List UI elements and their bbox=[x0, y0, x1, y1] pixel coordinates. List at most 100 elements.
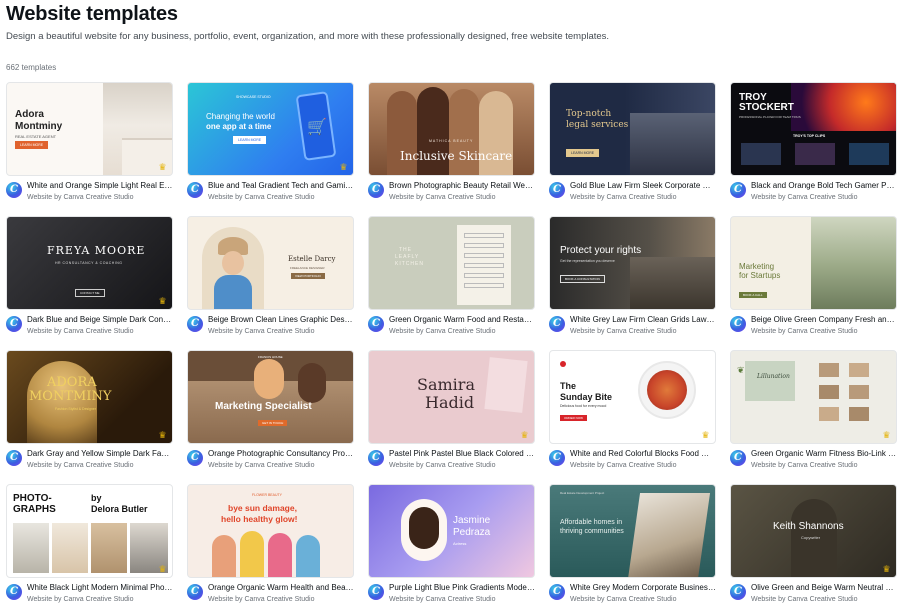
portrait-photo bbox=[409, 507, 439, 549]
template-title[interactable]: Beige Olive Green Company Fresh and Mode… bbox=[751, 315, 897, 325]
canva-creator-avatar-icon: C bbox=[730, 450, 746, 466]
template-card[interactable]: Keith Shannons Copywriter ♛ C Olive Gree… bbox=[730, 484, 897, 610]
template-title[interactable]: Green Organic Warm Food and Restaurant W… bbox=[389, 315, 535, 325]
template-thumbnail[interactable]: Protect your rights Get the representati… bbox=[549, 216, 716, 310]
template-title[interactable]: Black and Orange Bold Tech Gamer Portfol… bbox=[751, 181, 897, 191]
template-card[interactable]: FRANCIS HOUSE Marketing Specialist GET I… bbox=[187, 350, 354, 484]
template-title[interactable]: White Grey Law Firm Clean Grids Law Webs… bbox=[570, 315, 716, 325]
template-thumbnail[interactable]: Samira Hadid ♛ bbox=[368, 350, 535, 444]
canva-creator-avatar-icon: C bbox=[549, 182, 565, 198]
template-thumbnail[interactable]: Marketing for Startups BOOK A CALL bbox=[730, 216, 897, 310]
template-thumbnail[interactable]: MATHICA BEAUTY Inclusive Skincare bbox=[368, 82, 535, 176]
canva-creator-avatar-icon: C bbox=[187, 182, 203, 198]
template-byline: Website by Canva Creative Studio bbox=[389, 596, 496, 603]
template-byline: Website by Canva Creative Studio bbox=[389, 194, 496, 201]
template-card[interactable]: Real Estate Development Project Affordab… bbox=[549, 484, 716, 610]
canva-creator-avatar-icon: C bbox=[368, 182, 384, 198]
template-thumbnail[interactable]: Real Estate Development Project Affordab… bbox=[549, 484, 716, 578]
template-card[interactable]: FREYA MOORE HR CONSULTANCY & COACHING CO… bbox=[6, 216, 173, 350]
canva-creator-avatar-icon: C bbox=[730, 584, 746, 600]
template-thumbnail[interactable]: TROY STOCKERT PROFESSIONAL PLAYER FOR TE… bbox=[730, 82, 897, 176]
template-card[interactable]: The Sunday Bite Delicious food for every… bbox=[549, 350, 716, 484]
template-card[interactable]: TROY STOCKERT PROFESSIONAL PLAYER FOR TE… bbox=[730, 82, 897, 216]
template-title[interactable]: Gold Blue Law Firm Sleek Corporate Websi… bbox=[570, 181, 716, 191]
template-thumbnail[interactable]: SHOWCASE STUDIO Changing the world one a… bbox=[187, 82, 354, 176]
template-title[interactable]: Orange Organic Warm Health and Beauty We… bbox=[208, 583, 354, 593]
canva-creator-avatar-icon: C bbox=[6, 182, 22, 198]
premium-crown-icon: ♛ bbox=[158, 296, 167, 306]
canva-creator-avatar-icon: C bbox=[6, 584, 22, 600]
template-thumbnail[interactable]: The Sunday Bite Delicious food for every… bbox=[549, 350, 716, 444]
template-card[interactable]: Marketing for Startups BOOK A CALL C Bei… bbox=[730, 216, 897, 350]
template-byline: Website by Canva Creative Studio bbox=[208, 462, 315, 469]
template-title[interactable]: Blue and Teal Gradient Tech and Gaming W… bbox=[208, 181, 354, 191]
template-card[interactable]: Samira Hadid ♛ C Pastel Pink Pastel Blue… bbox=[368, 350, 535, 484]
template-byline: Website by Canva Creative Studio bbox=[27, 328, 134, 335]
template-card[interactable]: Jasmine Pedraza Actress C Purple Light B… bbox=[368, 484, 535, 610]
template-card[interactable]: FLOWER BEAUTY bye sun damage, hello heal… bbox=[187, 484, 354, 610]
template-title[interactable]: Brown Photographic Beauty Retail Website bbox=[389, 181, 535, 191]
template-card[interactable]: ADORA MONTMINY Fashion Stylist & Designe… bbox=[6, 350, 173, 484]
meeting-photo bbox=[630, 257, 715, 309]
template-title[interactable]: Olive Green and Beige Warm Neutral Websi… bbox=[751, 583, 897, 593]
template-thumbnail[interactable]: FLOWER BEAUTY bye sun damage, hello heal… bbox=[187, 484, 354, 578]
template-thumbnail[interactable]: PHOTO- GRAPHS by Delora Butler ♛ bbox=[6, 484, 173, 578]
template-title[interactable]: Dark Blue and Beige Simple Dark Consulti… bbox=[27, 315, 173, 325]
template-byline: Website by Canva Creative Studio bbox=[751, 328, 858, 335]
template-byline: Website by Canva Creative Studio bbox=[27, 596, 134, 603]
template-thumbnail[interactable]: THE LEAFLY KITCHEN bbox=[368, 216, 535, 310]
template-title[interactable]: Orange Photographic Consultancy Professi… bbox=[208, 449, 354, 459]
template-thumbnail[interactable]: Jasmine Pedraza Actress bbox=[368, 484, 535, 578]
canva-creator-avatar-icon: C bbox=[549, 584, 565, 600]
page-title: Website templates bbox=[6, 3, 178, 25]
template-title[interactable]: White and Orange Simple Light Real Estat… bbox=[27, 181, 173, 191]
canva-creator-avatar-icon: C bbox=[368, 584, 384, 600]
template-thumbnail[interactable]: Keith Shannons Copywriter ♛ bbox=[730, 484, 897, 578]
template-count: 662 templates bbox=[6, 63, 57, 72]
template-title[interactable]: Pastel Pink Pastel Blue Black Colored We… bbox=[389, 449, 535, 459]
template-byline: Website by Canva Creative Studio bbox=[570, 194, 677, 201]
canva-creator-avatar-icon: C bbox=[187, 450, 203, 466]
template-byline: Website by Canva Creative Studio bbox=[27, 462, 134, 469]
template-thumbnail[interactable]: ADORA MONTMINY Fashion Stylist & Designe… bbox=[6, 350, 173, 444]
template-card[interactable]: Adora Montminy REAL ESTATE AGENT LEARN M… bbox=[6, 82, 173, 216]
template-title[interactable]: Beige Brown Clean Lines Graphic Designer… bbox=[208, 315, 354, 325]
template-title[interactable]: White Grey Modern Corporate Business Web… bbox=[570, 583, 716, 593]
canva-creator-avatar-icon: C bbox=[187, 584, 203, 600]
template-card[interactable]: Lillunation ❦ ♛ C Green Organic Warm Fit… bbox=[730, 350, 897, 484]
canva-creator-avatar-icon: C bbox=[6, 316, 22, 332]
template-title[interactable]: White Black Light Modern Minimal Photogr… bbox=[27, 583, 173, 593]
template-thumbnail[interactable]: Lillunation ❦ ♛ bbox=[730, 350, 897, 444]
template-thumbnail[interactable]: FRANCIS HOUSE Marketing Specialist GET I… bbox=[187, 350, 354, 444]
template-card[interactable]: Estelle Darcy FREELANCE DESIGNER VIEW PO… bbox=[187, 216, 354, 350]
template-title[interactable]: Green Organic Warm Fitness Bio-Link Webs… bbox=[751, 449, 897, 459]
template-byline: Website by Canva Creative Studio bbox=[389, 328, 496, 335]
canva-creator-avatar-icon: C bbox=[6, 450, 22, 466]
template-title[interactable]: Purple Light Blue Pink Gradients Modern … bbox=[389, 583, 535, 593]
template-title[interactable]: Dark Gray and Yellow Simple Dark Fashion… bbox=[27, 449, 173, 459]
template-thumbnail[interactable]: Estelle Darcy FREELANCE DESIGNER VIEW PO… bbox=[187, 216, 354, 310]
premium-crown-icon: ♛ bbox=[158, 564, 167, 574]
template-byline: Website by Canva Creative Studio bbox=[570, 328, 677, 335]
template-card[interactable]: PHOTO- GRAPHS by Delora Butler ♛ C White… bbox=[6, 484, 173, 610]
canva-creator-avatar-icon: C bbox=[368, 450, 384, 466]
template-title[interactable]: White and Red Colorful Blocks Food Websi… bbox=[570, 449, 716, 459]
canva-creator-avatar-icon: C bbox=[549, 316, 565, 332]
premium-crown-icon: ♛ bbox=[882, 430, 891, 440]
template-thumbnail[interactable]: Adora Montminy REAL ESTATE AGENT LEARN M… bbox=[6, 82, 173, 176]
brand-dot-icon bbox=[560, 361, 566, 367]
premium-crown-icon: ♛ bbox=[520, 430, 529, 440]
template-byline: Website by Canva Creative Studio bbox=[570, 596, 677, 603]
canva-creator-avatar-icon: C bbox=[730, 182, 746, 198]
template-card[interactable]: THE LEAFLY KITCHEN C Green Organic Warm … bbox=[368, 216, 535, 350]
template-card[interactable]: Top-notch legal services LEARN MORE C Go… bbox=[549, 82, 716, 216]
laptop-photo bbox=[630, 113, 715, 175]
template-card[interactable]: Protect your rights Get the representati… bbox=[549, 216, 716, 350]
leaf-icon: ❦ bbox=[737, 365, 745, 375]
template-thumbnail[interactable]: FREYA MOORE HR CONSULTANCY & COACHING CO… bbox=[6, 216, 173, 310]
template-byline: Website by Canva Creative Studio bbox=[389, 462, 496, 469]
template-card[interactable]: SHOWCASE STUDIO Changing the world one a… bbox=[187, 82, 354, 216]
template-thumbnail[interactable]: Top-notch legal services LEARN MORE bbox=[549, 82, 716, 176]
template-card[interactable]: MATHICA BEAUTY Inclusive Skincare C Brow… bbox=[368, 82, 535, 216]
template-byline: Website by Canva Creative Studio bbox=[208, 596, 315, 603]
